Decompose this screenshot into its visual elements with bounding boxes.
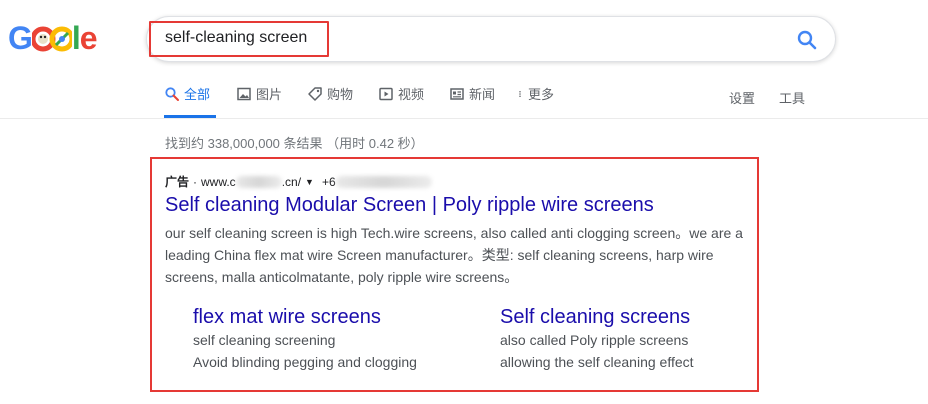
- tools-link[interactable]: 工具: [779, 88, 805, 107]
- header-divider: [0, 118, 928, 119]
- caret-down-icon[interactable]: ▼: [305, 177, 314, 187]
- tab-label: 图片: [256, 87, 283, 102]
- tag-icon: [308, 87, 322, 101]
- sitelink-desc-line: Avoid blinding pegging and clogging: [193, 354, 417, 370]
- tab-label: 全部: [184, 87, 211, 102]
- logo-letter-e: e: [79, 20, 98, 56]
- separator-dot: ·: [193, 174, 198, 189]
- newspaper-icon: [450, 88, 464, 100]
- image-icon: [237, 87, 251, 101]
- sitelink-title[interactable]: Self cleaning screens: [500, 305, 790, 329]
- ad-phone-prefix[interactable]: +6: [322, 175, 336, 189]
- tab-label: 购物: [327, 87, 354, 102]
- tab-images[interactable]: 图片: [236, 84, 282, 118]
- settings-link[interactable]: 设置: [729, 88, 755, 107]
- sitelink-title[interactable]: flex mat wire screens: [193, 305, 483, 329]
- search-icon: [165, 87, 179, 101]
- tab-videos[interactable]: 视频: [378, 84, 424, 118]
- ad-description: our self cleaning screen is high Tech.wi…: [165, 225, 743, 285]
- redacted-domain: [235, 175, 282, 188]
- search-input[interactable]: self-cleaning screen: [165, 29, 307, 47]
- tab-shopping[interactable]: 购物: [307, 84, 353, 118]
- sitelink-desc-line: also called Poly ripple screens: [500, 332, 689, 348]
- sitelink-desc-line: self cleaning screening: [193, 332, 336, 348]
- logo-letter-l: l: [71, 20, 81, 56]
- result-stats: 找到约 338,000,000 条结果 （用时 0.42 秒）: [165, 136, 424, 151]
- search-bar[interactable]: self-cleaning screen: [146, 16, 836, 62]
- tab-more[interactable]: 更多: [518, 84, 554, 118]
- more-vert-icon: [519, 91, 521, 97]
- ad-url-prefix[interactable]: www.c: [201, 175, 236, 189]
- logo-letter-g: G: [8, 20, 33, 56]
- play-icon: [379, 87, 393, 101]
- sitelink-flex-mat: flex mat wire screens self cleaning scre…: [193, 305, 483, 373]
- ad-badge: 广告: [165, 175, 190, 189]
- tab-label: 新闻: [469, 87, 496, 102]
- tab-label: 视频: [398, 87, 425, 102]
- sitelink-self-cleaning: Self cleaning screens also called Poly r…: [500, 305, 790, 373]
- doodle-icon: [30, 23, 75, 53]
- tab-all[interactable]: 全部: [164, 84, 216, 118]
- tab-news[interactable]: 新闻: [449, 84, 495, 118]
- tab-label: 更多: [528, 87, 555, 102]
- ad-title-link[interactable]: Self cleaning Modular Screen | Poly ripp…: [165, 194, 654, 217]
- sitelink-desc-line: allowing the self cleaning effect: [500, 354, 694, 370]
- search-icon[interactable]: [795, 28, 819, 52]
- ad-url-line: 广告 · www.c .cn/ ▼ +6: [165, 173, 432, 190]
- redacted-phone: [335, 175, 432, 188]
- ad-url-suffix[interactable]: .cn/: [282, 175, 301, 189]
- google-logo[interactable]: G le: [8, 20, 104, 56]
